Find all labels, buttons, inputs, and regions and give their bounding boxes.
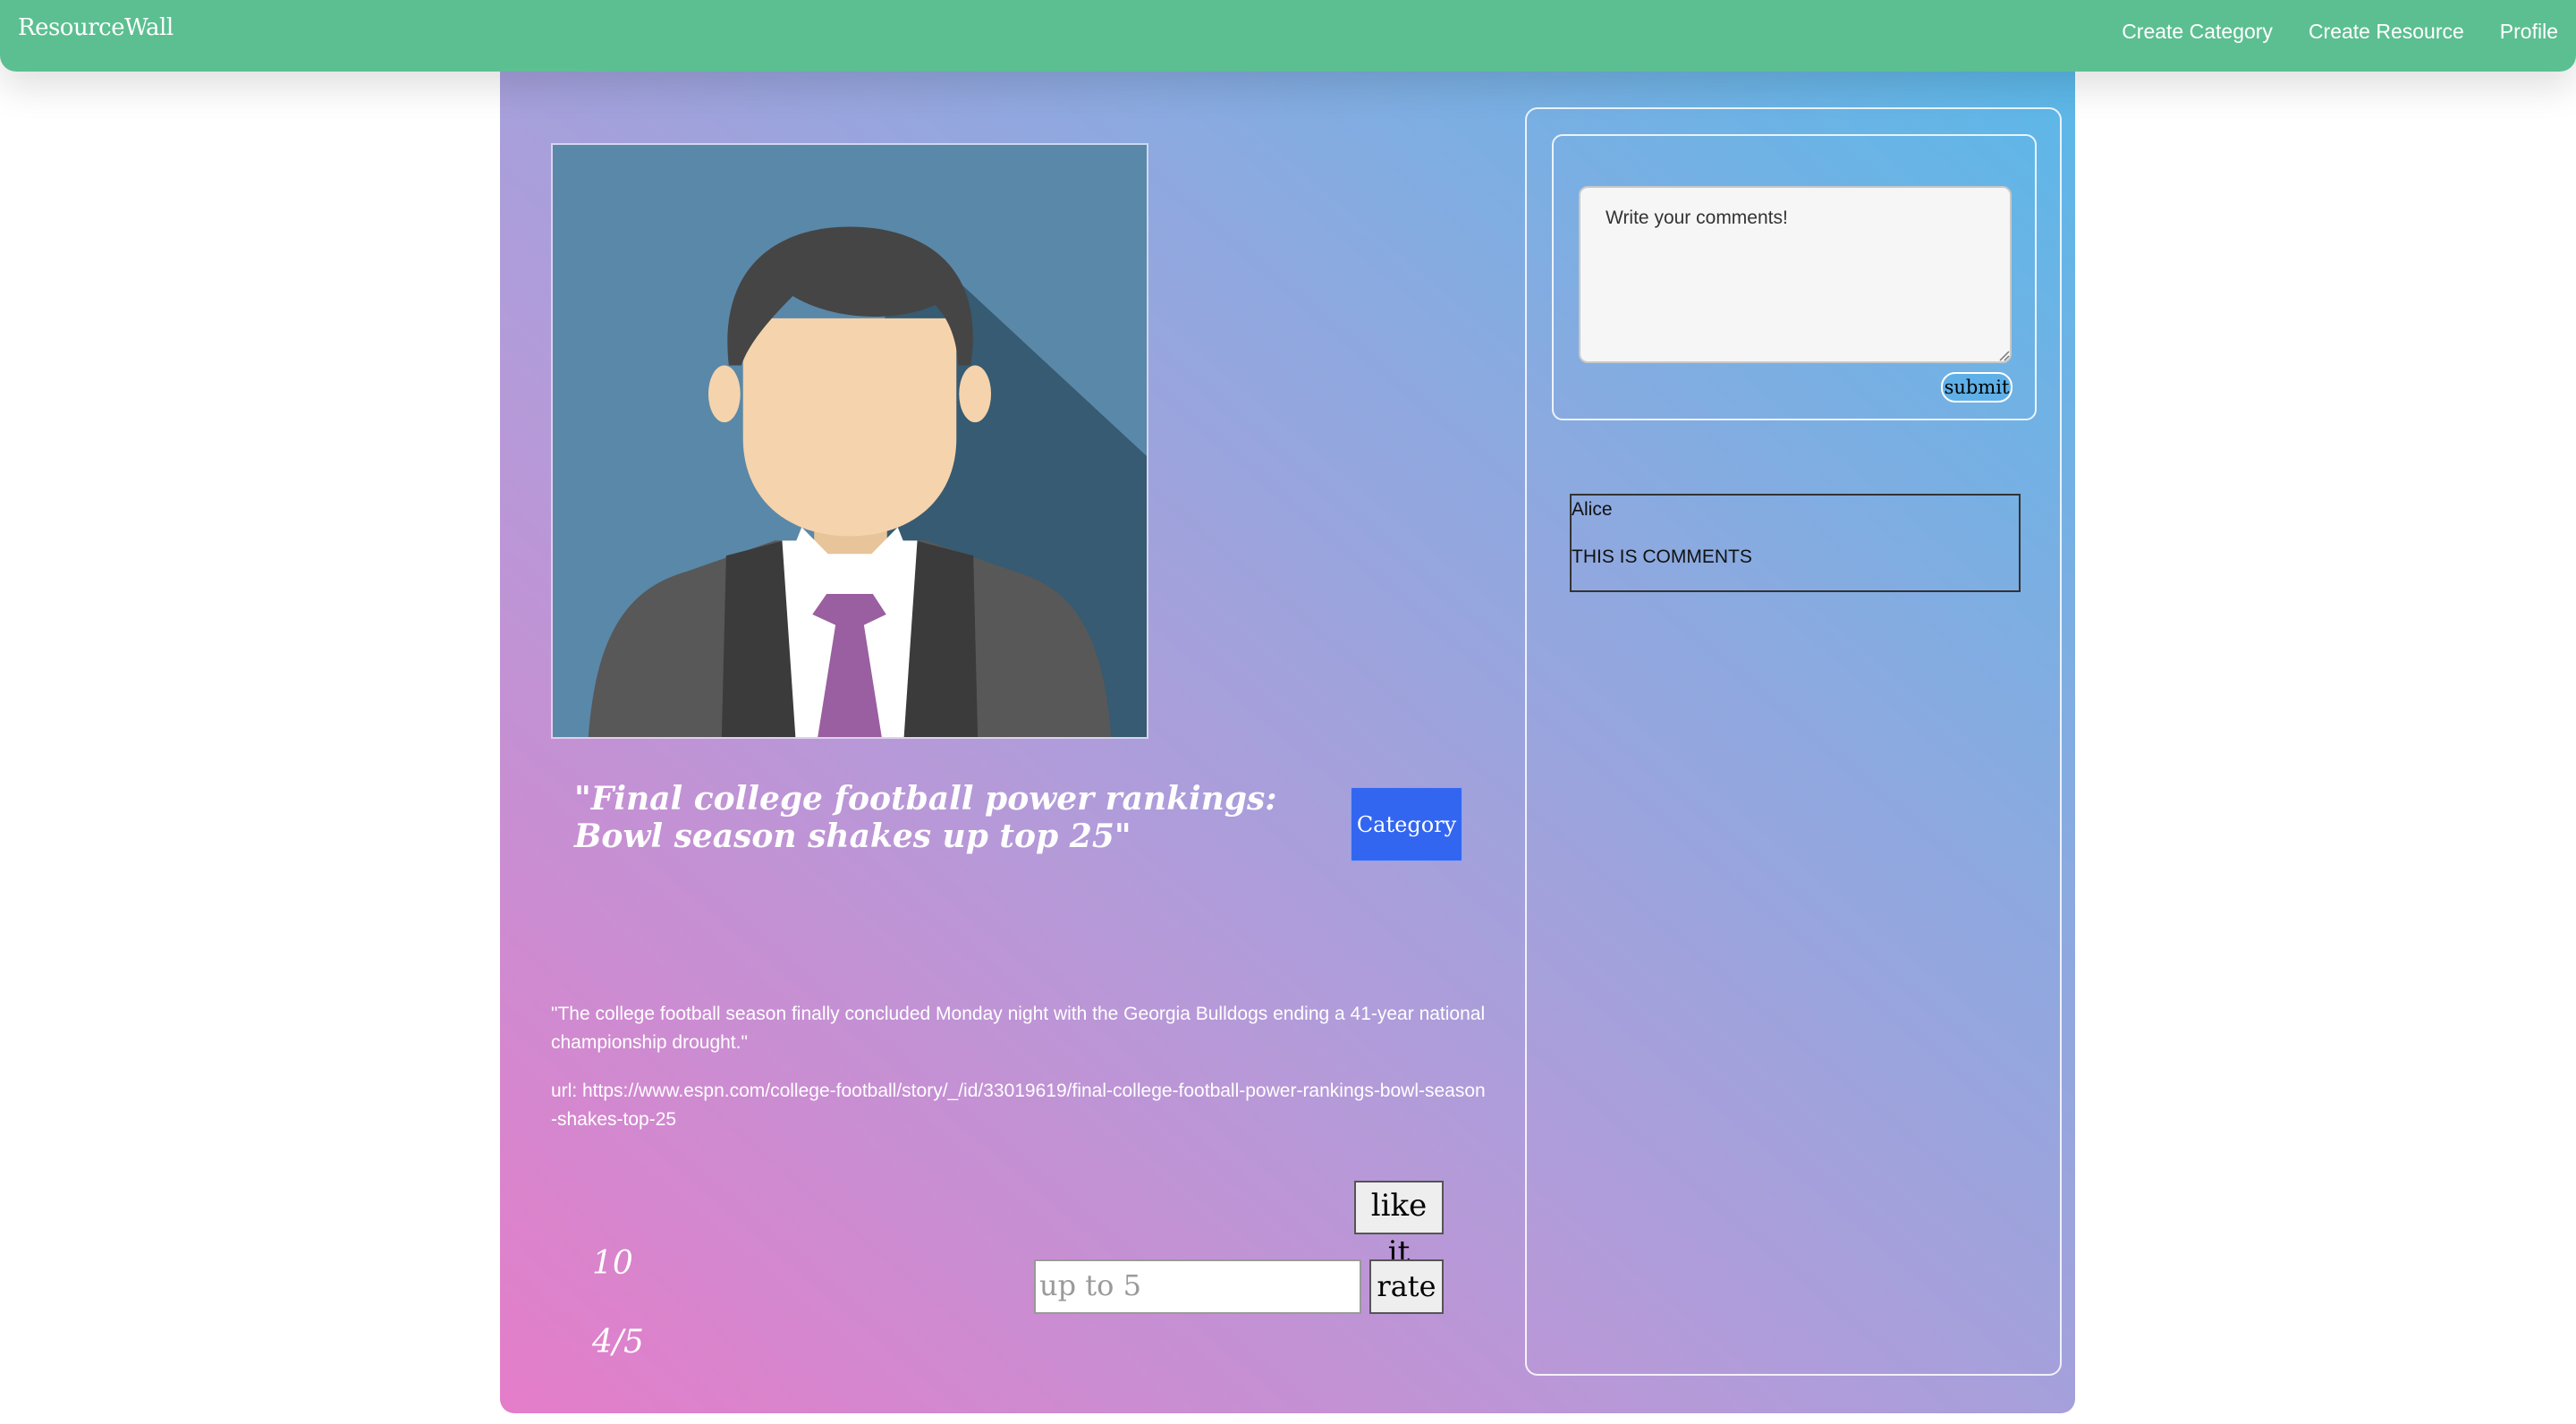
businessman-avatar-icon [553,145,1147,737]
rate-input[interactable]: up to 5 [1034,1259,1361,1314]
brand-logo[interactable]: ResourceWall [18,14,174,41]
resource-title: "Final college football power rankings: … [574,780,1277,855]
comments-panel: Write your comments! submit Alice THIS I… [1525,107,2062,1376]
comment-item: Alice THIS IS COMMENTS [1570,494,2021,592]
top-navbar: ResourceWall Create Category Create Reso… [0,0,2576,72]
rating-value: 4/5 [592,1324,644,1360]
category-button[interactable]: Category [1351,787,1462,861]
comment-author: Alice [1572,499,1613,520]
resource-card: "Final college football power rankings: … [500,72,2075,1413]
nav-create-resource[interactable]: Create Resource [2309,20,2464,44]
nav-create-category[interactable]: Create Category [2122,20,2273,44]
comment-form: Write your comments! submit [1552,134,2037,420]
comment-textarea[interactable]: Write your comments! [1579,186,2012,363]
resize-grip-icon[interactable] [1997,349,2010,361]
like-button[interactable]: like it [1354,1181,1444,1270]
resource-description: "The college football season finally con… [551,1004,1486,1053]
resource-url[interactable]: url: https://www.espn.com/college-footba… [551,1077,1490,1134]
rate-button[interactable]: rate [1369,1259,1444,1314]
submit-button[interactable]: submit [1941,372,2012,403]
nav-links: Create Category Create Resource Profile [2122,20,2558,44]
comment-text: THIS IS COMMENTS [1572,547,1752,567]
likes-count: 10 [592,1245,633,1282]
resource-image [551,143,1148,739]
nav-profile[interactable]: Profile [2500,20,2558,44]
